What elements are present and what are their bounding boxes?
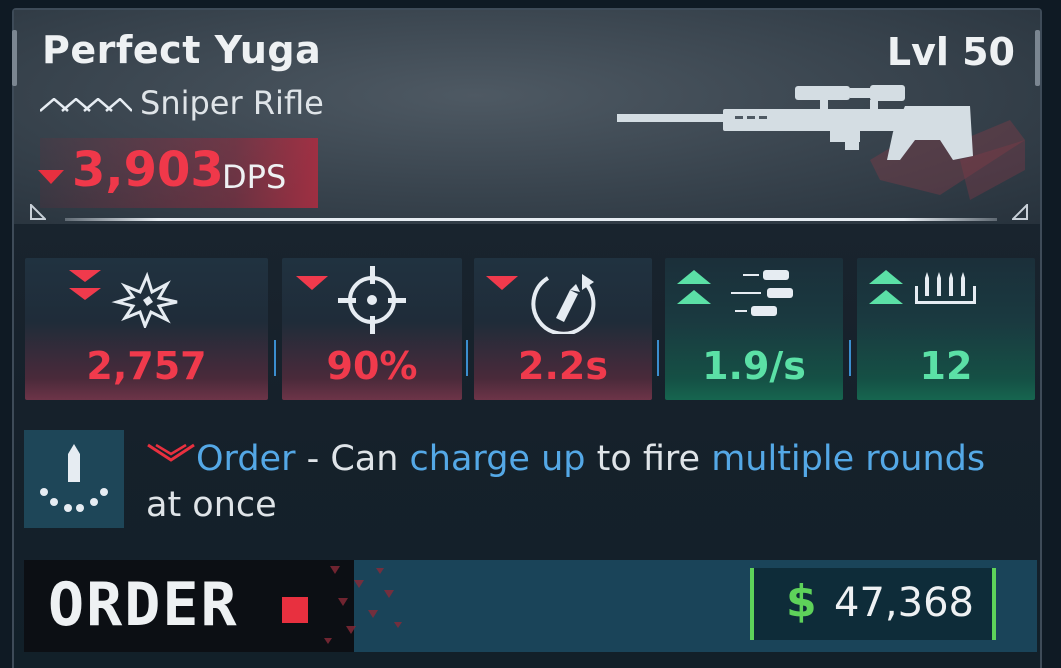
stat-separator bbox=[657, 340, 659, 376]
item-name: Perfect Yuga bbox=[42, 28, 322, 72]
stat-separator bbox=[274, 340, 276, 376]
magazine-icon bbox=[869, 270, 976, 304]
perk-name: Order bbox=[196, 439, 296, 479]
perk-text-part: at once bbox=[146, 485, 277, 525]
dps-decrease-arrow-icon bbox=[38, 170, 64, 184]
manufacturer-name: ORDER bbox=[48, 570, 239, 640]
scroll-indicator-right[interactable] bbox=[1035, 30, 1040, 86]
price-panel: $ 47,368 bbox=[750, 568, 996, 640]
perk-description: Order - Can charge up to fire multiple r… bbox=[146, 436, 1026, 528]
header-divider bbox=[65, 218, 997, 221]
stat-fire-rate-value: 1.9/s bbox=[702, 344, 806, 388]
stat-reload[interactable]: 2.2s bbox=[474, 258, 652, 400]
perk-highlight: multiple rounds bbox=[711, 439, 986, 479]
fire-rate-icon bbox=[677, 270, 793, 316]
charge-shot-icon bbox=[40, 444, 108, 512]
stat-fire-rate[interactable]: 1.9/s bbox=[665, 258, 843, 400]
rarity-chevrons-icon bbox=[40, 98, 132, 112]
stat-damage-value: 2,757 bbox=[86, 344, 207, 388]
crosshair-accuracy-icon bbox=[296, 266, 406, 334]
currency-dollar-icon: $ bbox=[786, 576, 817, 627]
perk-icon-tile bbox=[24, 430, 124, 528]
manufacturer-logo-mark bbox=[282, 597, 308, 623]
stat-accuracy-value: 90% bbox=[326, 344, 418, 388]
perk-text-part: to fire bbox=[585, 439, 712, 479]
stat-damage[interactable]: 2,757 bbox=[25, 258, 268, 400]
perk-highlight: charge up bbox=[409, 439, 586, 479]
perk-text-part: - Can bbox=[295, 439, 410, 479]
triangle-pattern-decoration bbox=[284, 560, 402, 652]
item-level: Lvl 50 bbox=[886, 30, 1015, 74]
dps-value: 3,903 bbox=[72, 142, 224, 198]
corner-marker-left-icon bbox=[30, 204, 46, 220]
damage-burst-icon bbox=[69, 270, 178, 328]
stat-separator bbox=[466, 340, 468, 376]
stat-separator bbox=[849, 340, 851, 376]
sniper-rifle-icon bbox=[617, 85, 973, 160]
stat-magazine[interactable]: 12 bbox=[857, 258, 1035, 400]
reload-icon bbox=[486, 274, 596, 334]
stat-accuracy[interactable]: 90% bbox=[282, 258, 462, 400]
price-value: 47,368 bbox=[834, 580, 974, 626]
dps-unit: DPS bbox=[222, 158, 287, 196]
scroll-indicator-left[interactable] bbox=[12, 30, 17, 86]
weapon-type: Sniper Rifle bbox=[140, 84, 324, 122]
corner-marker-right-icon bbox=[1012, 204, 1028, 220]
item-footer: ORDER $ 47,368 bbox=[24, 560, 1037, 652]
manufacturer-chevron-icon bbox=[147, 443, 195, 462]
stat-reload-value: 2.2s bbox=[518, 344, 608, 388]
stat-magazine-value: 12 bbox=[919, 344, 973, 388]
